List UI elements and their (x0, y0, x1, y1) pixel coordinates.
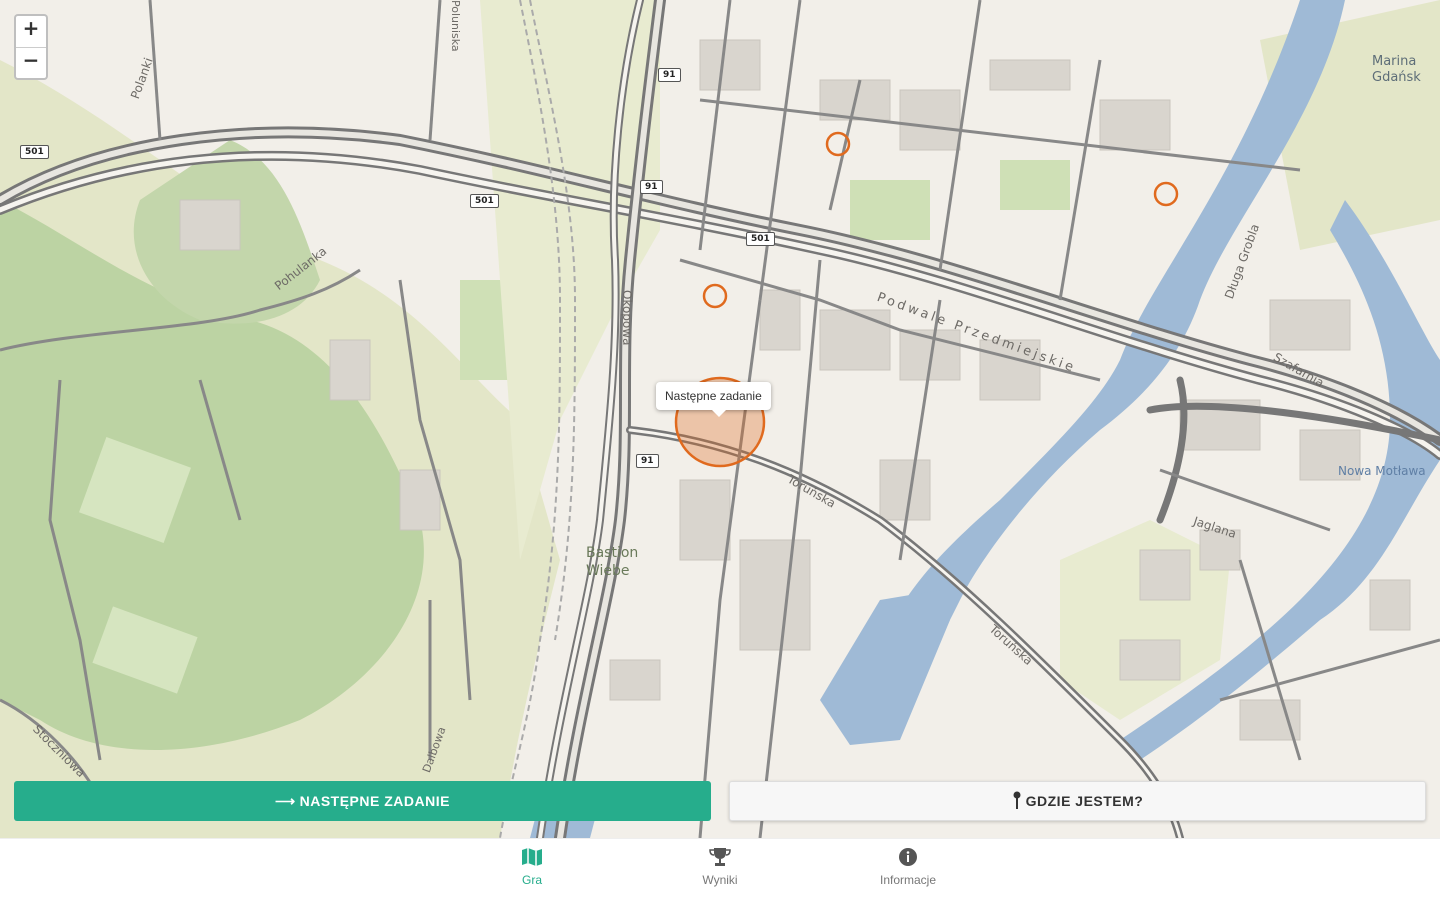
next-task-tooltip: Następne zadanie (656, 382, 771, 417)
bottom-navigation: Gra Wyniki Informacje (0, 838, 1440, 901)
map-view[interactable]: Marina Gdańsk Podwale Przedmiejskie Toru… (0, 0, 1440, 838)
info-icon (848, 847, 968, 873)
pin-icon (1012, 791, 1022, 812)
label-marina: Marina Gdańsk (1372, 54, 1421, 85)
zoom-out-button[interactable]: − (16, 48, 46, 79)
label-nowa-motlawa: Nowa Motława (1338, 464, 1426, 478)
where-am-i-label: GDZIE JESTEM? (1025, 793, 1144, 809)
nav-label-info: Informacje (879, 873, 937, 887)
nav-item-info[interactable]: Informacje (848, 847, 968, 887)
nav-label-game: Gra (521, 873, 542, 887)
arrow-right-icon: ⟶ (275, 792, 296, 809)
nav-item-results[interactable]: Wyniki (660, 847, 780, 887)
zoom-in-button[interactable]: + (16, 16, 46, 47)
next-task-button[interactable]: ⟶ NASTĘPNE ZADANIE (14, 781, 711, 821)
road-shield: 91 (658, 68, 681, 82)
trophy-icon (660, 847, 780, 873)
map-icon (472, 847, 592, 873)
where-am-i-button[interactable]: GDZIE JESTEM? (729, 781, 1426, 821)
nav-label-results: Wyniki (702, 873, 738, 887)
label-okopowa: Okopowa (620, 290, 634, 346)
road-shield: 501 (20, 145, 49, 159)
road-shield: 501 (746, 232, 775, 246)
road-shield: 501 (470, 194, 499, 208)
zoom-control: + − (14, 14, 48, 80)
next-task-label: NASTĘPNE ZADANIE (299, 793, 450, 809)
road-shield: 91 (636, 454, 659, 468)
road-shield: 91 (640, 180, 663, 194)
label-poluniska: Poluniska (449, 0, 462, 52)
label-bastion: Bastion Wiebe (586, 545, 639, 579)
nav-item-game[interactable]: Gra (472, 847, 592, 887)
map-tiles[interactable] (0, 0, 1440, 838)
